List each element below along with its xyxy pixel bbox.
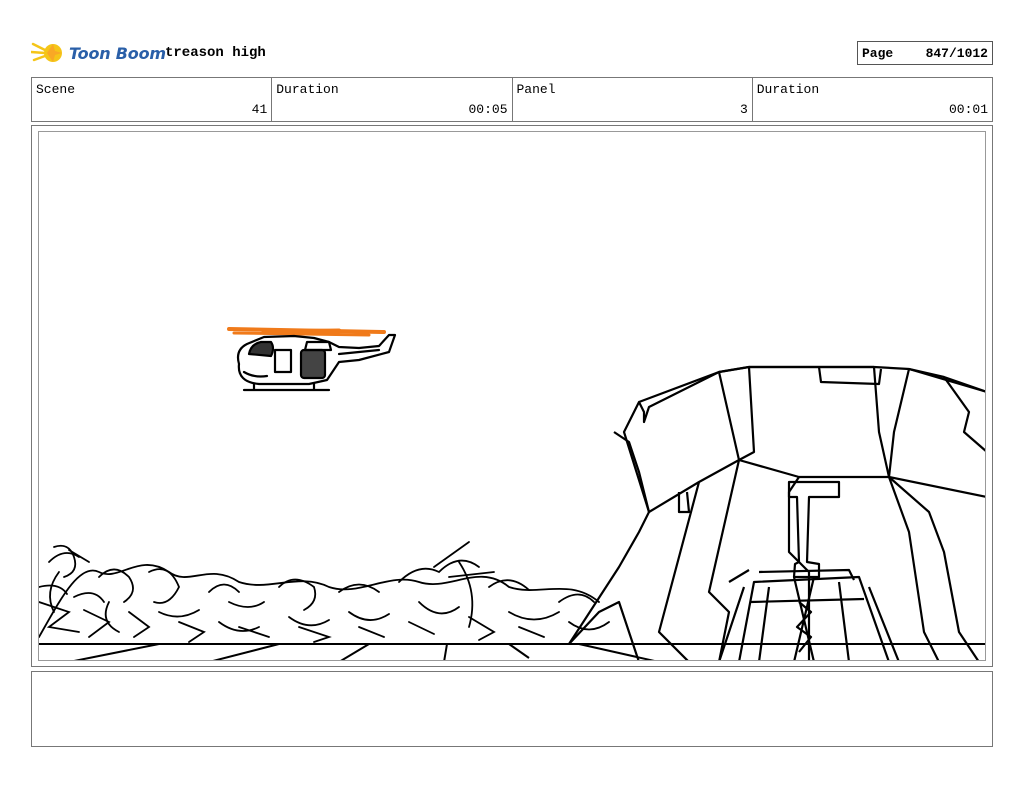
scene-duration-label: Duration: [276, 82, 339, 97]
toon-boom-logo: Toon Boom: [31, 38, 166, 68]
panel-canvas: [38, 131, 986, 661]
logo-text: Toon Boom: [69, 43, 166, 63]
project-title: treason high: [165, 45, 266, 61]
scene-info-row: Scene 41 Duration 00:05 Panel 3 Duration…: [31, 77, 993, 122]
helicopter-drawing: [227, 327, 397, 392]
storyboard-header: Toon Boom treason high Page 847/1012: [31, 36, 993, 70]
ground-lines: [39, 643, 985, 660]
star-burst-icon: [31, 42, 62, 62]
panel-cell: Panel 3: [513, 78, 753, 121]
cliff-structure-drawing: [568, 365, 985, 660]
panel-duration-value: 00:01: [948, 102, 988, 117]
panel-duration-label: Duration: [756, 82, 820, 97]
scene-label: Scene: [36, 82, 76, 97]
scene-number: 41: [251, 102, 268, 117]
page-number: 847/1012: [925, 45, 988, 61]
scene-duration-cell: Duration 00:05: [272, 78, 513, 121]
scene-duration-value: 00:05: [468, 102, 508, 117]
scene-cell: Scene 41: [32, 78, 273, 121]
panel-number: 3: [739, 102, 748, 117]
panel-duration-cell: Duration 00:01: [753, 78, 992, 121]
page-indicator: Page 847/1012: [857, 41, 993, 65]
panel-frame: [31, 125, 993, 667]
panel-notes-box[interactable]: [31, 671, 993, 747]
storyboard-drawing: [39, 327, 985, 660]
panel-label: Panel: [516, 82, 556, 97]
foliage-drawing: [39, 541, 610, 643]
page-label: Page: [862, 45, 894, 61]
